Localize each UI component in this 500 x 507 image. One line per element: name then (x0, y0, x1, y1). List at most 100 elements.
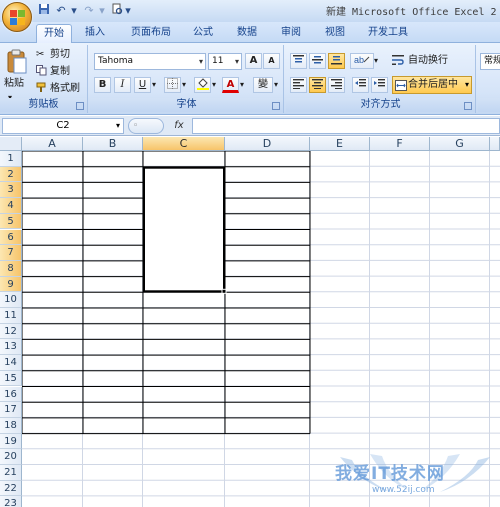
column-header-partial[interactable] (490, 137, 500, 151)
tab-data[interactable]: 数据 (230, 24, 264, 43)
column-header-f[interactable]: F (370, 137, 430, 151)
row-header-22[interactable]: 22 (0, 480, 22, 497)
undo-icon[interactable]: ↶ (54, 3, 68, 19)
row-header-2[interactable]: 2 (0, 166, 22, 183)
alignment-dialog-launcher[interactable] (464, 102, 472, 110)
phonetic-dropdown-icon[interactable]: ▾ (274, 78, 278, 92)
row-header-16[interactable]: 16 (0, 386, 22, 403)
copy-icon[interactable] (36, 65, 47, 81)
column-header-a[interactable]: A (22, 137, 83, 151)
decrease-indent-button[interactable] (352, 77, 369, 93)
align-right-button[interactable] (328, 77, 345, 93)
select-all-button[interactable] (0, 137, 22, 151)
insert-function-button[interactable]: fx (168, 118, 190, 134)
tab-formulas[interactable]: 公式 (186, 24, 220, 43)
phonetic-button[interactable]: 變 (253, 77, 273, 93)
column-header-g[interactable]: G (430, 137, 490, 151)
align-center-button[interactable] (309, 77, 326, 93)
increase-indent-button[interactable] (371, 77, 388, 93)
merge-dropdown-icon[interactable]: ▾ (465, 78, 469, 92)
row-header-4[interactable]: 4 (0, 198, 22, 214)
chevron-down-icon: ▾ (234, 57, 239, 66)
tab-home[interactable]: 开始 (36, 24, 72, 43)
underline-dropdown-icon[interactable]: ▾ (152, 78, 156, 92)
row-header-11[interactable]: 11 (0, 308, 22, 324)
fill-color-dropdown-icon[interactable]: ▾ (212, 78, 216, 92)
align-bottom-button[interactable] (328, 53, 345, 69)
name-box[interactable]: C2 ▾ (2, 118, 124, 134)
column-header-e[interactable]: E (310, 137, 370, 151)
undo-dropdown-icon[interactable]: ▾ (70, 3, 78, 19)
wrap-text-button[interactable]: 自动换行 (408, 54, 448, 68)
fill-handle[interactable] (221, 288, 227, 294)
row-header-5[interactable]: 5 (0, 213, 22, 230)
row-header-18[interactable]: 18 (0, 417, 22, 434)
row-header-10[interactable]: 10 (0, 292, 22, 308)
number-format-combo[interactable]: 常规 (480, 53, 500, 70)
font-color-dropdown-icon[interactable]: ▾ (240, 78, 244, 92)
paste-button[interactable]: 粘贴 (4, 77, 24, 91)
tab-view[interactable]: 视图 (318, 24, 352, 43)
bold-button[interactable]: B (94, 77, 111, 93)
selected-merged-cell-c2[interactable] (143, 166, 225, 293)
align-top-button[interactable] (290, 53, 307, 69)
font-color-button[interactable]: A (222, 77, 239, 93)
tab-insert[interactable]: 插入 (78, 24, 112, 43)
row-header-13[interactable]: 13 (0, 339, 22, 356)
row-header-23[interactable]: 23 (0, 496, 22, 507)
redo-dropdown-icon[interactable]: ▾ (98, 3, 106, 19)
row-header-20[interactable]: 20 (0, 449, 22, 465)
font-name-combo[interactable]: Tahoma ▾ (94, 53, 206, 70)
tab-page-layout[interactable]: 页面布局 (122, 24, 180, 43)
save-icon[interactable] (38, 3, 50, 19)
orientation-button[interactable]: ab (350, 53, 374, 69)
cut-icon[interactable]: ✂ (36, 48, 44, 62)
customize-quick-access-icon[interactable]: ▾ (124, 3, 132, 19)
column-header-d[interactable]: D (225, 137, 310, 151)
print-preview-icon[interactable] (110, 3, 124, 19)
shrink-font-button[interactable]: A (263, 53, 280, 69)
cut-button[interactable]: 剪切 (50, 48, 70, 62)
row-header-19[interactable]: 19 (0, 433, 22, 450)
align-left-button[interactable] (290, 77, 307, 93)
formula-input[interactable] (192, 118, 500, 134)
format-painter-button[interactable]: 格式刷 (50, 82, 80, 96)
wrap-text-icon[interactable] (392, 54, 404, 71)
row-header-12[interactable]: 12 (0, 323, 22, 340)
row-header-14[interactable]: 14 (0, 355, 22, 371)
row-header-3[interactable]: 3 (0, 182, 22, 199)
format-painter-icon[interactable] (36, 82, 47, 98)
borders-button[interactable] (164, 77, 181, 93)
row-header-7[interactable]: 7 (0, 245, 22, 261)
row-header-21[interactable]: 21 (0, 465, 22, 481)
row-header-6[interactable]: 6 (0, 229, 22, 246)
row-header-1[interactable]: 1 (0, 151, 22, 167)
borders-dropdown-icon[interactable]: ▾ (182, 78, 186, 92)
align-middle-button[interactable] (309, 53, 326, 69)
fill-color-button[interactable] (194, 77, 211, 93)
redo-icon[interactable]: ↷ (82, 3, 96, 19)
cell-area[interactable] (22, 151, 500, 507)
row-header-15[interactable]: 15 (0, 370, 22, 387)
column-header-c[interactable]: C (143, 137, 225, 151)
row-header-9[interactable]: 9 (0, 276, 22, 293)
font-size-combo[interactable]: 11 ▾ (208, 53, 242, 70)
formula-bar-splitter[interactable]: ◦ (128, 118, 164, 134)
row-header-8[interactable]: 8 (0, 260, 22, 277)
tab-developer[interactable]: 开发工具 (360, 24, 416, 43)
font-group: Tahoma ▾ 11 ▾ A A B I U ▾ ▾ ▾ A ▾ 變 ▾ 字体 (90, 45, 284, 113)
office-button[interactable] (2, 2, 32, 32)
tab-review[interactable]: 审阅 (274, 24, 308, 43)
column-header-b[interactable]: B (83, 137, 143, 151)
paste-icon[interactable] (6, 49, 28, 75)
grow-font-button[interactable]: A (245, 53, 262, 69)
font-dialog-launcher[interactable] (272, 102, 280, 110)
clipboard-group: 粘贴 ▾ ✂ 剪切 复制 格式刷 剪贴板 (0, 45, 88, 113)
orientation-dropdown-icon[interactable]: ▾ (374, 54, 378, 68)
row-header-17[interactable]: 17 (0, 402, 22, 418)
italic-button[interactable]: I (114, 77, 131, 93)
copy-button[interactable]: 复制 (50, 65, 70, 79)
underline-button[interactable]: U (134, 77, 151, 93)
merge-center-button[interactable]: 合并后居中 ▾ (392, 76, 472, 94)
clipboard-dialog-launcher[interactable] (76, 102, 84, 110)
